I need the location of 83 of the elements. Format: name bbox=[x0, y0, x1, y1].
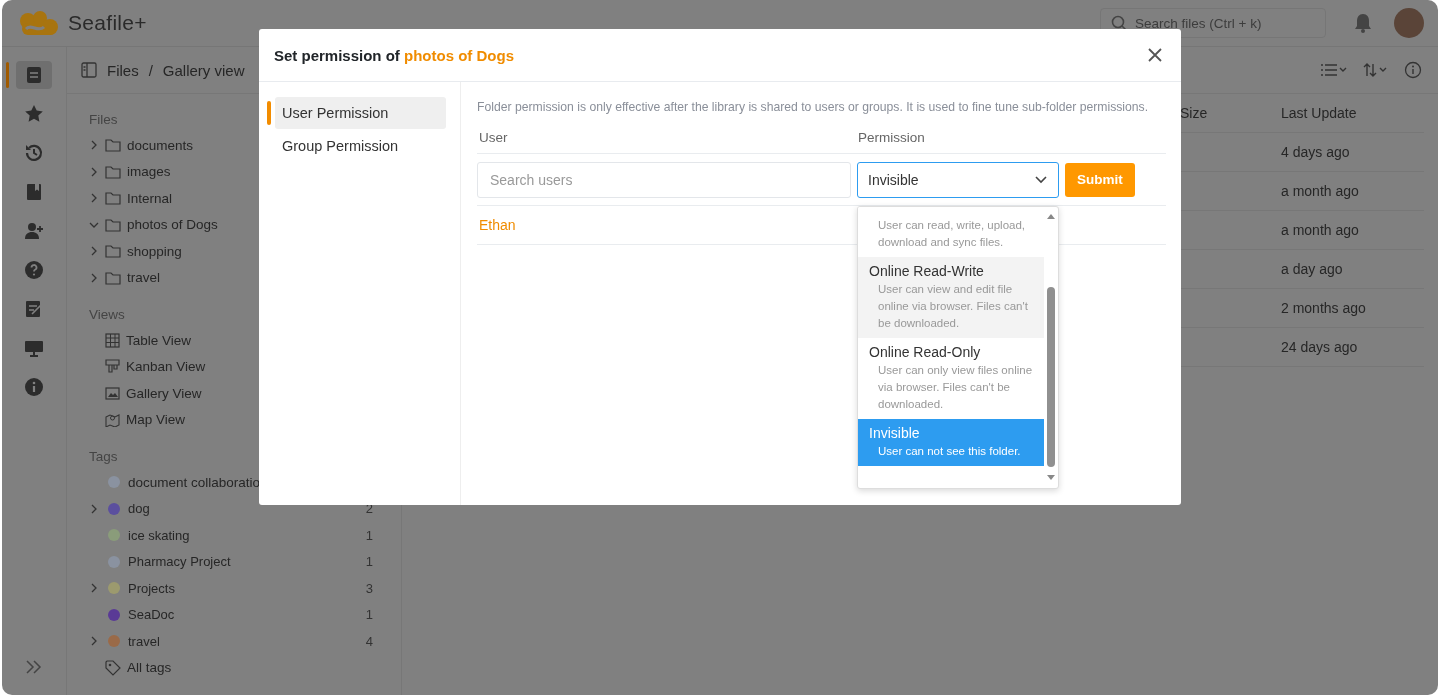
app-logo: Seafile+ bbox=[68, 11, 147, 35]
view-item[interactable]: Gallery View bbox=[89, 382, 202, 405]
folder-icon bbox=[105, 270, 121, 285]
permission-select[interactable]: Invisible bbox=[857, 161, 1059, 198]
tag-item[interactable]: SeaDoc 1 bbox=[89, 603, 373, 626]
info-icon bbox=[24, 377, 44, 397]
folder-icon bbox=[105, 191, 121, 206]
table-icon bbox=[105, 332, 120, 348]
tag-count: 1 bbox=[365, 554, 373, 570]
column-header: Last Update bbox=[1281, 105, 1357, 121]
submit-button[interactable]: Submit bbox=[1065, 162, 1135, 197]
section-heading: Files bbox=[89, 110, 118, 129]
monitor-icon bbox=[24, 338, 44, 358]
tag-count: 3 bbox=[365, 580, 373, 596]
user-search-field[interactable]: Search users bbox=[477, 161, 851, 198]
help-icon bbox=[24, 260, 44, 280]
column-header: Size bbox=[1180, 105, 1209, 121]
book-icon bbox=[24, 182, 44, 202]
folder-icon bbox=[105, 217, 121, 232]
tag-item[interactable]: Projects 3 bbox=[89, 577, 373, 600]
view-item[interactable]: Map View bbox=[89, 408, 186, 431]
breadcrumb-link[interactable]: Gallery view bbox=[162, 61, 245, 79]
chevron-down-icon bbox=[1034, 174, 1048, 185]
folder-item[interactable]: travel bbox=[89, 266, 160, 289]
column-header: User bbox=[478, 130, 509, 145]
dialog-title: Set permission of photos of Dogs bbox=[274, 46, 514, 64]
tag-item[interactable]: ice skating 1 bbox=[89, 524, 373, 547]
active-indicator bbox=[6, 62, 9, 88]
view-item[interactable]: Table View bbox=[89, 329, 192, 352]
permission-tab[interactable]: User Permission bbox=[275, 97, 446, 129]
tag-item[interactable]: Pharmacy Project 1 bbox=[89, 550, 373, 573]
table-cell: a month ago bbox=[1281, 222, 1359, 238]
history-icon bbox=[24, 143, 44, 163]
table-cell: 24 days ago bbox=[1281, 339, 1358, 355]
table-cell: a month ago bbox=[1281, 183, 1359, 199]
folder-icon bbox=[105, 164, 121, 179]
tag-count: 1 bbox=[365, 607, 373, 623]
tag-count: 1 bbox=[365, 527, 373, 543]
permission-tab[interactable]: Group Permission bbox=[275, 130, 446, 162]
rail-nav-button[interactable] bbox=[16, 61, 52, 89]
section-heading: Views bbox=[89, 305, 125, 324]
active-indicator bbox=[267, 101, 271, 125]
user-name-link[interactable]: Ethan bbox=[479, 217, 516, 233]
view-item[interactable]: Kanban View bbox=[89, 355, 206, 378]
info-icon bbox=[1404, 61, 1422, 79]
permission-option[interactable]: Invisible User can not see this folder. bbox=[858, 418, 1044, 466]
chevron-right-icon bbox=[89, 503, 99, 514]
folder-item[interactable]: shopping bbox=[89, 240, 182, 263]
folder-icon bbox=[105, 244, 121, 259]
user-avatar[interactable] bbox=[1394, 8, 1424, 38]
tag-item[interactable]: travel 4 bbox=[89, 630, 373, 653]
double-chevron-icon bbox=[25, 659, 43, 675]
star-icon bbox=[24, 104, 44, 124]
chevron-right-icon bbox=[89, 583, 99, 594]
map-pin-icon bbox=[105, 412, 120, 428]
breadcrumb-link[interactable]: Files bbox=[107, 61, 139, 79]
permission-option[interactable]: Online Read-Write User can view and edit file online via browser. Files can't be downloaded. bbox=[858, 256, 1044, 338]
folder-item[interactable]: images bbox=[89, 160, 171, 183]
column-header: Permission bbox=[858, 130, 925, 145]
sidebar-toggle-icon bbox=[81, 62, 97, 78]
image-icon bbox=[105, 385, 120, 401]
add-user-icon bbox=[24, 221, 44, 241]
table-cell: a day ago bbox=[1281, 261, 1343, 277]
tag-icon bbox=[105, 659, 121, 676]
folder-item[interactable]: Internal bbox=[89, 187, 173, 210]
permission-option[interactable]: User can read, write, upload, download and sync files. bbox=[858, 206, 1044, 257]
close-icon bbox=[1148, 48, 1162, 62]
tag-count: 4 bbox=[365, 633, 373, 649]
breadcrumb-separator: / bbox=[148, 61, 153, 79]
table-cell: 2 months ago bbox=[1281, 300, 1366, 316]
folder-item[interactable]: photos of Dogs bbox=[89, 213, 218, 236]
folder-item[interactable]: documents bbox=[89, 134, 194, 157]
chevron-right-icon bbox=[89, 636, 99, 647]
search-icon bbox=[1111, 15, 1127, 31]
folder-icon bbox=[105, 138, 121, 153]
section-heading: Tags bbox=[89, 447, 118, 466]
table-cell: 4 days ago bbox=[1281, 144, 1350, 160]
document-icon bbox=[24, 65, 44, 85]
list-view-icon bbox=[1320, 62, 1348, 78]
kanban-icon bbox=[105, 359, 120, 375]
notice-text: Folder permission is only effective after the library is shared to users or groups. It is used to fine tune sub-folder permissions. bbox=[477, 100, 1150, 114]
bell-icon[interactable] bbox=[1354, 13, 1372, 33]
all-tags-link[interactable]: All tags bbox=[89, 656, 172, 679]
